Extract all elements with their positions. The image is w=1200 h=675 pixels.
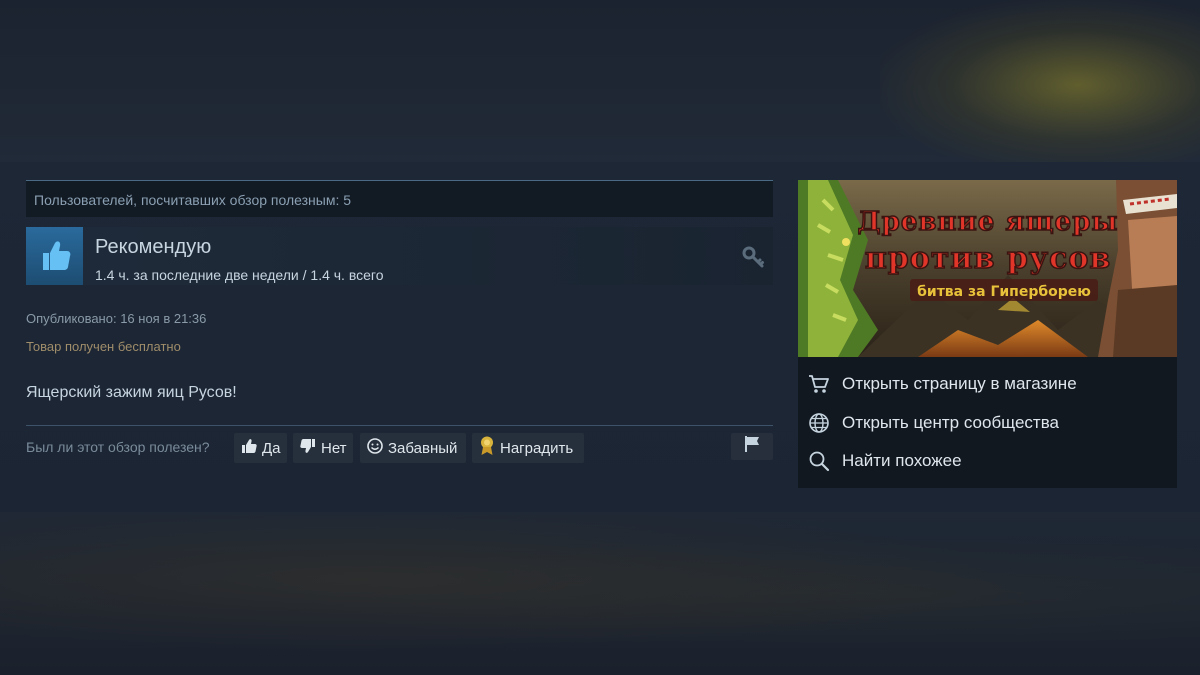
award-medal-icon	[478, 435, 496, 461]
received-free-note: Товар получен бесплатно	[26, 339, 181, 354]
open-store-page-link[interactable]: Открыть страницу в магазине	[808, 373, 1077, 395]
report-flag-button[interactable]	[731, 433, 773, 460]
vote-funny-button[interactable]: Забавный	[360, 433, 466, 463]
helpful-question: Был ли этот обзор полезен?	[26, 439, 210, 455]
background-glow	[880, 0, 1200, 170]
helpful-count-bar: Пользователей, посчитавших обзор полезны…	[26, 180, 773, 217]
background-glow-bottom	[0, 515, 1200, 675]
game-capsule-image[interactable]: Древние ящеры против русов битва за Гипе…	[798, 180, 1177, 357]
thumbs-up-icon	[26, 227, 83, 285]
magnifier-icon	[808, 450, 830, 472]
vote-no-label: Нет	[321, 439, 347, 457]
award-label: Наградить	[500, 439, 574, 457]
review-body: Ящерский зажим яиц Русов!	[26, 384, 237, 401]
smiley-icon	[366, 437, 384, 459]
vote-yes-button[interactable]: Да	[234, 433, 287, 463]
recommendation-title: Рекомендую	[95, 236, 212, 258]
find-similar-label: Найти похожее	[842, 451, 962, 470]
key-icon	[741, 245, 765, 274]
vote-yes-label: Да	[262, 439, 281, 457]
capsule-title-line2: против русов	[865, 241, 1111, 276]
playtime-text: 1.4 ч. за последние две недели / 1.4 ч. …	[95, 267, 384, 283]
globe-icon	[808, 412, 830, 434]
vote-no-button[interactable]: Нет	[293, 433, 353, 463]
capsule-title-line1: Древние ящеры	[858, 207, 1119, 237]
game-sidebar: Древние ящеры против русов битва за Гипе…	[798, 180, 1177, 488]
open-community-hub-label: Открыть центр сообщества	[842, 413, 1060, 432]
open-community-hub-link[interactable]: Открыть центр сообщества	[808, 412, 1059, 434]
cart-icon	[808, 373, 830, 395]
find-similar-link[interactable]: Найти похожее	[808, 450, 962, 472]
divider	[26, 425, 773, 426]
award-button[interactable]: Наградить	[472, 433, 584, 463]
recommendation-block: Рекомендую 1.4 ч. за последние две недел…	[26, 227, 773, 285]
thumbs-up-small-icon	[240, 437, 258, 459]
flag-icon	[742, 435, 762, 458]
helpful-count-text: Пользователей, посчитавших обзор полезны…	[34, 192, 352, 208]
open-store-page-label: Открыть страницу в магазине	[842, 374, 1077, 393]
capsule-subtitle: битва за Гиперборею	[917, 284, 1091, 300]
vote-funny-label: Забавный	[388, 439, 458, 457]
thumbs-down-icon	[299, 437, 317, 459]
posted-date: Опубликовано: 16 ноя в 21:36	[26, 311, 207, 326]
